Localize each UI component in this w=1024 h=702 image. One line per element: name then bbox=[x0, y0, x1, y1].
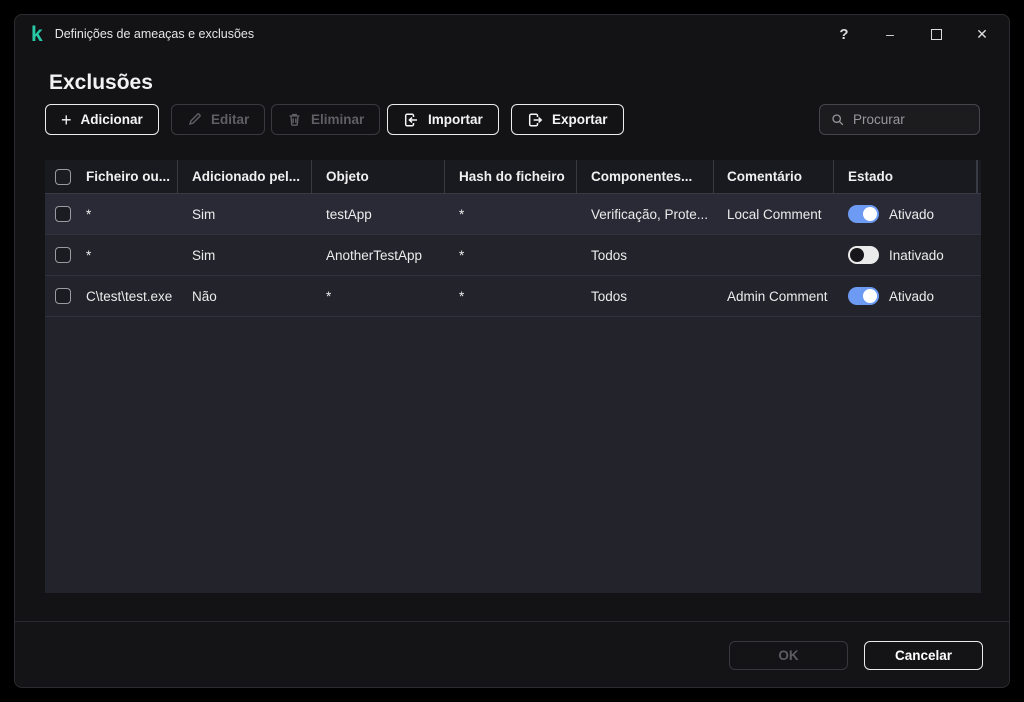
column-header-hash: Hash do ficheiro bbox=[445, 160, 577, 193]
cell-object: testApp bbox=[312, 194, 445, 234]
exclusions-table: Ficheiro ou... Adicionado pel... Objeto … bbox=[45, 160, 981, 593]
page-title: Exclusões bbox=[49, 71, 153, 95]
cell-added-by: Sim bbox=[178, 194, 312, 234]
cell-state: Ativado bbox=[834, 194, 977, 234]
state-toggle[interactable] bbox=[848, 246, 879, 264]
footer-bar: OK Cancelar bbox=[15, 621, 1009, 687]
import-button[interactable]: Importar bbox=[387, 104, 499, 135]
row-checkbox[interactable] bbox=[55, 206, 71, 222]
title-bar: k Definições de ameaças e exclusões ? – … bbox=[15, 15, 1009, 53]
state-label: Inativado bbox=[889, 248, 944, 263]
minimize-button[interactable]: – bbox=[867, 15, 913, 53]
cell-components: Todos bbox=[577, 235, 714, 275]
maximize-icon bbox=[931, 29, 942, 40]
toggle-knob bbox=[863, 207, 877, 221]
export-icon bbox=[527, 112, 543, 128]
delete-button[interactable]: Eliminar bbox=[271, 104, 380, 135]
cell-object: * bbox=[312, 276, 445, 316]
cell-file: C\test\test.exe bbox=[81, 276, 178, 316]
cell-components: Verificação, Prote... bbox=[577, 194, 714, 234]
export-button[interactable]: Exportar bbox=[511, 104, 624, 135]
header-end-strip bbox=[977, 160, 981, 193]
cell-state: Ativado bbox=[834, 276, 977, 316]
row-checkbox[interactable] bbox=[55, 288, 71, 304]
kaspersky-logo-icon: k bbox=[31, 24, 42, 45]
column-header-added-by: Adicionado pel... bbox=[178, 160, 312, 193]
column-header-components: Componentes... bbox=[577, 160, 714, 193]
cell-state: Inativado bbox=[834, 235, 977, 275]
edit-button[interactable]: Editar bbox=[171, 104, 265, 135]
plus-icon: + bbox=[61, 111, 72, 129]
select-all-cell bbox=[45, 160, 81, 193]
app-window: k Definições de ameaças e exclusões ? – … bbox=[14, 14, 1010, 688]
search-input[interactable]: Procurar bbox=[819, 104, 980, 135]
column-header-state: Estado bbox=[834, 160, 977, 193]
cell-hash: * bbox=[445, 235, 577, 275]
add-button[interactable]: + Adicionar bbox=[45, 104, 159, 135]
close-button[interactable]: ✕ bbox=[959, 15, 1005, 53]
search-placeholder: Procurar bbox=[853, 112, 905, 127]
select-all-checkbox[interactable] bbox=[55, 169, 71, 185]
cell-added-by: Sim bbox=[178, 235, 312, 275]
ok-button[interactable]: OK bbox=[729, 641, 848, 670]
toggle-knob bbox=[863, 289, 877, 303]
column-header-comment: Comentário bbox=[714, 160, 834, 193]
state-label: Ativado bbox=[889, 289, 934, 304]
cell-hash: * bbox=[445, 194, 577, 234]
state-label: Ativado bbox=[889, 207, 934, 222]
cell-comment: Admin Comment bbox=[714, 276, 834, 316]
cell-object: AnotherTestApp bbox=[312, 235, 445, 275]
import-icon bbox=[403, 112, 419, 128]
cell-hash: * bbox=[445, 276, 577, 316]
window-controls: ? – ✕ bbox=[821, 15, 1005, 53]
cell-components: Todos bbox=[577, 276, 714, 316]
table-row[interactable]: C\test\test.exe Não * * Todos Admin Comm… bbox=[45, 276, 981, 317]
table-row[interactable]: * Sim testApp * Verificação, Prote... Lo… bbox=[45, 194, 981, 235]
cell-file: * bbox=[81, 194, 178, 234]
state-toggle[interactable] bbox=[848, 205, 879, 223]
table-header: Ficheiro ou... Adicionado pel... Objeto … bbox=[45, 160, 981, 194]
state-toggle[interactable] bbox=[848, 287, 879, 305]
window-title: Definições de ameaças e exclusões bbox=[55, 27, 254, 41]
column-header-file: Ficheiro ou... bbox=[81, 160, 178, 193]
row-checkbox[interactable] bbox=[55, 247, 71, 263]
toggle-knob bbox=[850, 248, 864, 262]
cell-file: * bbox=[81, 235, 178, 275]
cancel-button[interactable]: Cancelar bbox=[864, 641, 983, 670]
maximize-button[interactable] bbox=[913, 15, 959, 53]
cell-comment: Local Comment bbox=[714, 194, 834, 234]
search-icon bbox=[831, 113, 845, 127]
table-row[interactable]: * Sim AnotherTestApp * Todos Inativado bbox=[45, 235, 981, 276]
help-button[interactable]: ? bbox=[821, 15, 867, 53]
cell-added-by: Não bbox=[178, 276, 312, 316]
column-header-object: Objeto bbox=[312, 160, 445, 193]
trash-icon bbox=[287, 112, 302, 127]
cell-comment bbox=[714, 235, 834, 275]
pencil-icon bbox=[187, 112, 202, 127]
